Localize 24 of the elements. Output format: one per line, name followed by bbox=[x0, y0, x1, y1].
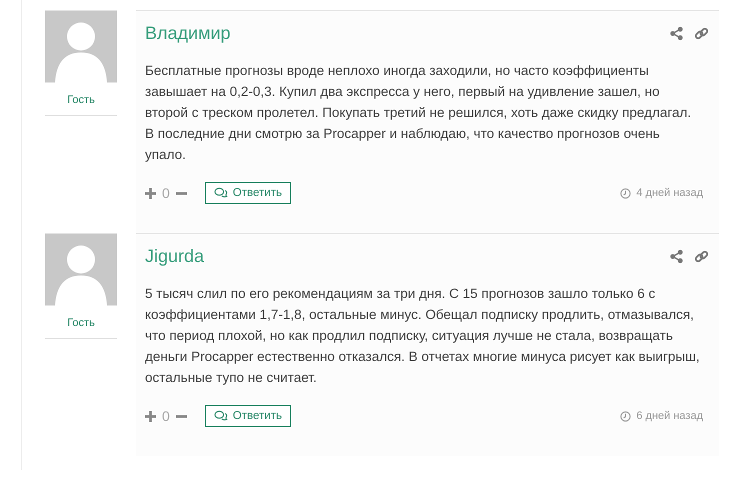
vote-count: 0 bbox=[162, 185, 170, 201]
chat-icon bbox=[214, 410, 228, 422]
share-icon[interactable] bbox=[669, 249, 684, 264]
reply-button[interactable]: Ответить bbox=[204, 182, 291, 204]
author-name: Jigurda bbox=[145, 246, 204, 267]
plus-icon[interactable] bbox=[145, 188, 156, 198]
plus-icon[interactable] bbox=[145, 410, 156, 422]
comment-text: 5 тысяч слил по его рекомендациям за три дня. С 15 прогнозов зашло только 6 с коэффициентами 1,7-1,8, остальные минус. Обещал подписку продлить, отмазывался, что период плохой, но как продлил подписку, ситуация лучше не стала, возвращать деньги Procapper естественно отказался. В отчетах многие минуса рисует как выигрыш, остальные тупо не считает. bbox=[145, 285, 701, 387]
comment-text: Бесплатные прогнозы вроде неплохо иногда заходили, но часто коэффициенты завышает на 0,2-0,3. Купил два экспресса у него, первый на удивление зашел, но второй с треском пролетел. Покупать третий не решился, хоть даже скидку предлагал. В последние дни смотрю за Procapper и наблюдаю, что качество прогнозов очень упало. bbox=[145, 62, 692, 164]
user-role: Гость bbox=[45, 317, 117, 339]
clock-icon bbox=[620, 188, 632, 198]
author-name: Владимир bbox=[145, 23, 231, 44]
share-icon[interactable] bbox=[669, 26, 684, 41]
link-icon[interactable] bbox=[694, 26, 709, 41]
link-icon[interactable] bbox=[694, 249, 709, 264]
vote-count: 0 bbox=[162, 408, 170, 424]
chat-icon bbox=[214, 187, 228, 199]
comment-time: 4 дней назад bbox=[620, 187, 703, 199]
reply-button[interactable]: Ответить bbox=[204, 405, 291, 427]
avatar-icon bbox=[45, 233, 117, 306]
user-role: Гость bbox=[45, 94, 117, 116]
comment-time: 6 дней назад bbox=[620, 410, 703, 422]
avatar-icon bbox=[45, 10, 117, 83]
clock-icon bbox=[620, 410, 632, 422]
